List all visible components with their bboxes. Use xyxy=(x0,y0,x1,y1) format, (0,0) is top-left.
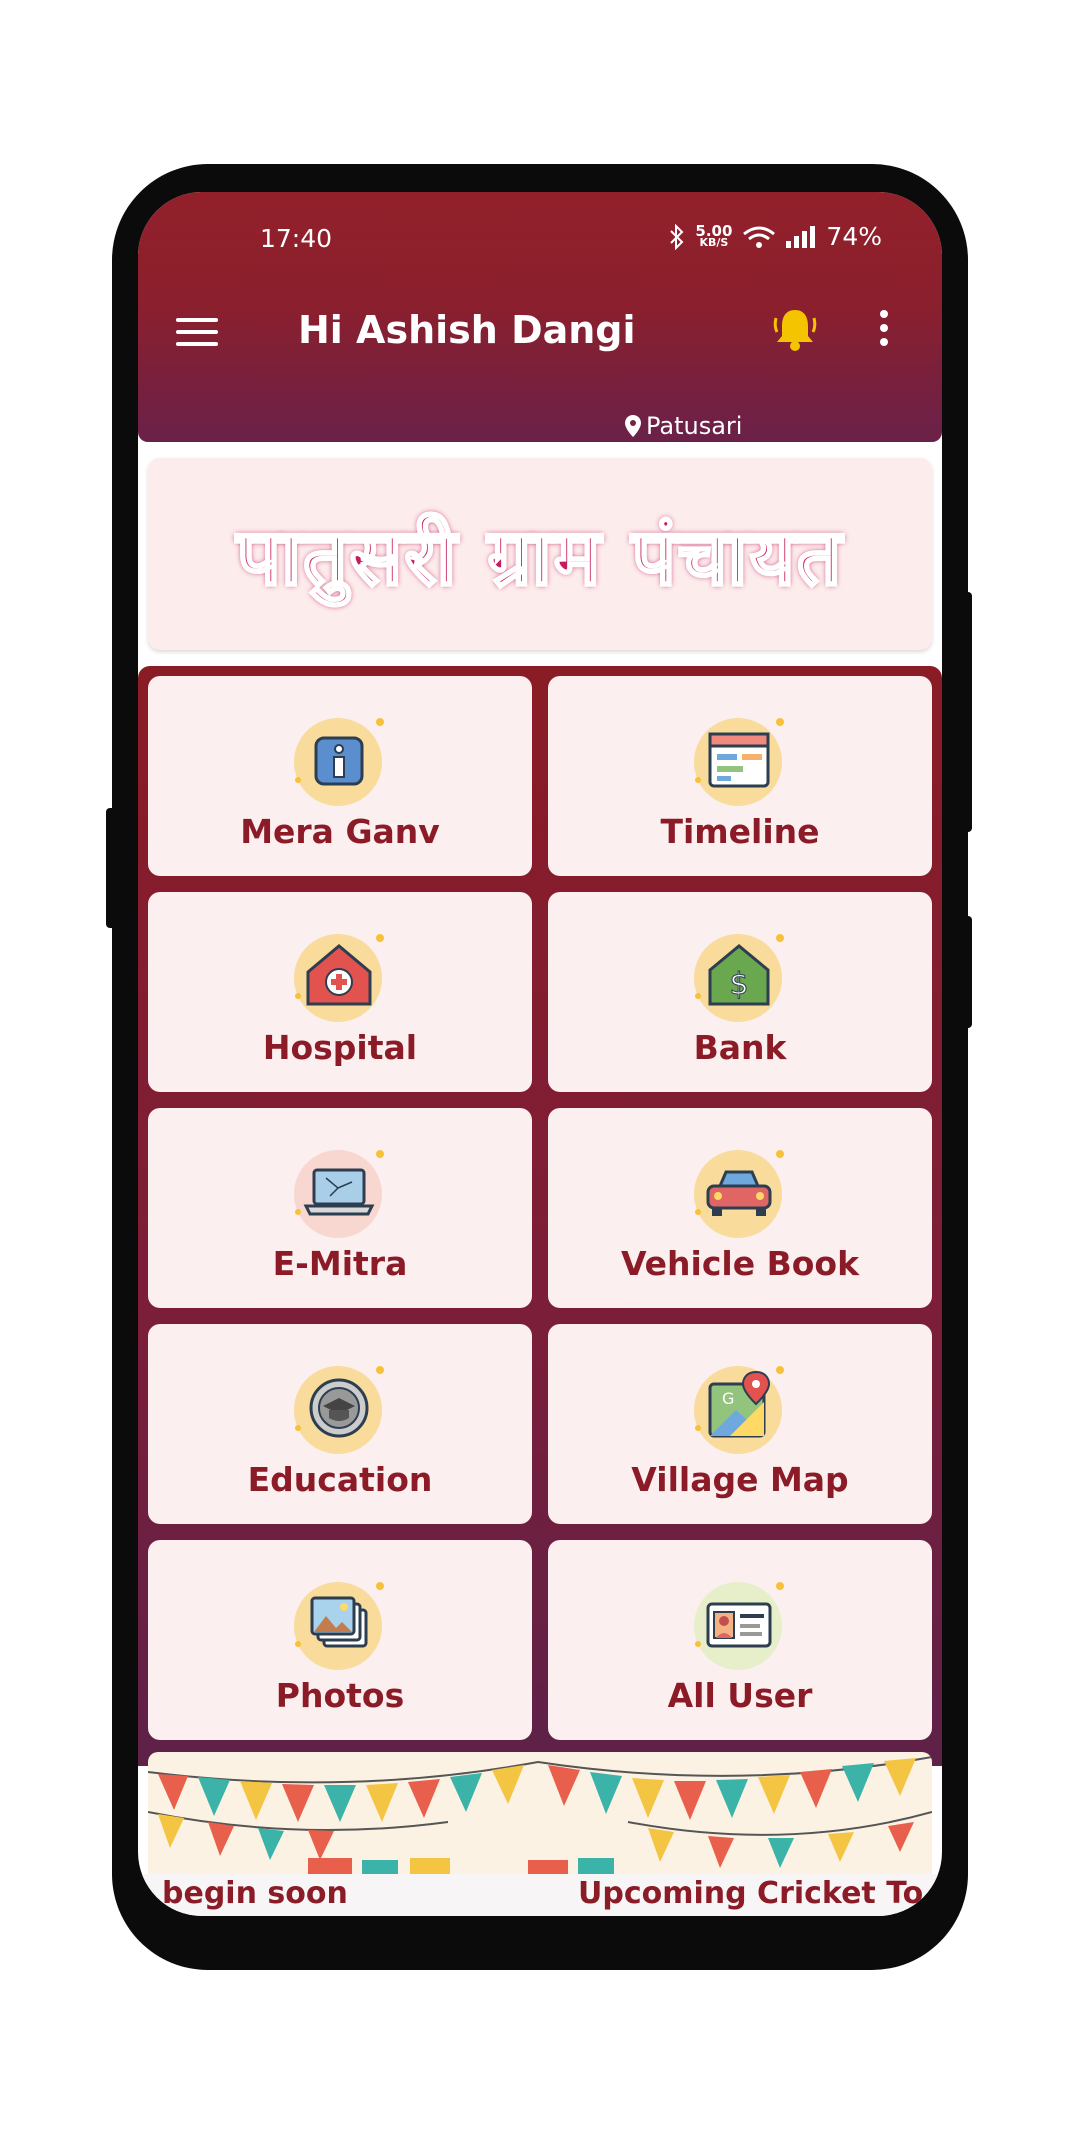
tile-hospital[interactable]: Hospital xyxy=(148,892,532,1092)
tile-label: Timeline xyxy=(660,812,820,851)
status-icons: 5.00 KB/S 74% xyxy=(669,222,882,251)
tile-label: Photos xyxy=(275,1676,405,1715)
panchayat-banner: पातुसरी ग्राम पंचायत xyxy=(148,458,932,650)
bluetooth-icon xyxy=(670,223,684,250)
signal-icon xyxy=(786,225,816,248)
location-label[interactable]: Patusari xyxy=(624,412,742,440)
tile-label: Hospital xyxy=(262,1028,418,1067)
ticker-text-right: Upcoming Cricket To xyxy=(578,1876,924,1911)
tile-label: Education xyxy=(247,1460,433,1499)
calendar-icon xyxy=(694,718,784,806)
photos-icon xyxy=(294,1582,384,1670)
tile-label: Mera Ganv xyxy=(240,812,440,851)
tile-label: E-Mitra xyxy=(272,1244,408,1283)
car-icon xyxy=(694,1150,784,1238)
banner-title: पातुसरी ग्राम पंचायत xyxy=(235,511,844,605)
bank-icon: $ xyxy=(694,934,784,1022)
tile-photos[interactable]: Photos xyxy=(148,1540,532,1740)
tile-label: Village Map xyxy=(631,1460,849,1499)
battery-level: 74% xyxy=(826,222,882,251)
notification-bell-icon[interactable] xyxy=(770,304,820,354)
tile-vehicle-book[interactable]: Vehicle Book xyxy=(548,1108,932,1308)
svg-text:$: $ xyxy=(729,967,748,1002)
ticker-text-left: begin soon xyxy=(162,1876,348,1911)
news-ticker[interactable]: begin soon Upcoming Cricket To xyxy=(138,1874,942,1916)
net-speed-value: 5.00 xyxy=(695,221,733,240)
tile-label: Vehicle Book xyxy=(620,1244,860,1283)
wifi-icon xyxy=(743,226,776,248)
map-icon: G xyxy=(694,1366,784,1454)
more-options-icon[interactable] xyxy=(878,310,890,350)
svg-text:G: G xyxy=(722,1389,734,1408)
tile-bank[interactable]: $ Bank xyxy=(548,892,932,1092)
laptop-icon xyxy=(294,1150,384,1238)
side-button xyxy=(106,808,116,928)
graduation-cap-icon xyxy=(294,1366,384,1454)
side-button xyxy=(962,916,972,1028)
tile-timeline[interactable]: Timeline xyxy=(548,676,932,876)
tile-mera-ganv[interactable]: Mera Ganv xyxy=(148,676,532,876)
menu-grid: Mera Ganv Timeline Hospital $ Bank E-Mit… xyxy=(138,666,942,1766)
greeting-title: Hi Ashish Dangi xyxy=(298,308,636,352)
tile-all-user[interactable]: All User xyxy=(548,1540,932,1740)
side-button xyxy=(962,592,972,832)
hospital-icon xyxy=(294,934,384,1022)
tile-e-mitra[interactable]: E-Mitra xyxy=(148,1108,532,1308)
event-banner-image[interactable] xyxy=(148,1752,932,1874)
menu-icon[interactable] xyxy=(176,318,218,348)
location-pin-icon xyxy=(625,415,641,437)
tile-village-map[interactable]: G Village Map xyxy=(548,1324,932,1524)
app-screen: 17:40 5.00 KB/S 74% Hi Ashish Dangi Patu… xyxy=(138,192,942,1916)
tile-education[interactable]: Education xyxy=(148,1324,532,1524)
info-icon xyxy=(294,718,384,806)
id-card-icon xyxy=(694,1582,784,1670)
location-name: Patusari xyxy=(646,412,743,440)
tile-label: All User xyxy=(667,1676,813,1715)
app-bar: 17:40 5.00 KB/S 74% Hi Ashish Dangi Patu… xyxy=(138,192,942,442)
tile-label: Bank xyxy=(693,1028,787,1067)
network-speed: 5.00 KB/S xyxy=(695,221,733,249)
net-speed-unit: KB/S xyxy=(699,235,729,249)
bunting-decoration xyxy=(148,1756,932,1874)
status-time: 17:40 xyxy=(260,224,333,253)
